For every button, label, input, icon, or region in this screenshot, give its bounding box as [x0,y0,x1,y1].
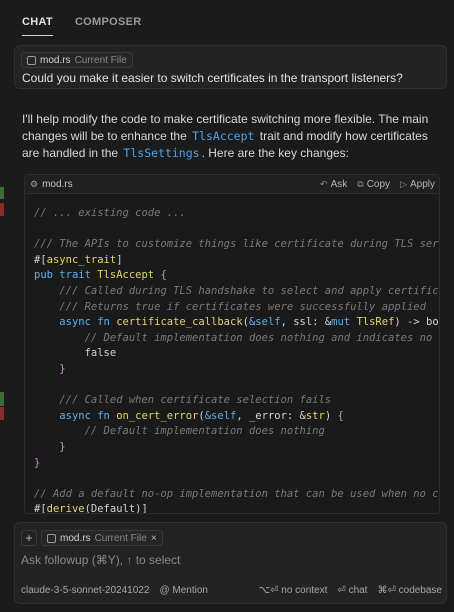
code-line: async fn certificate_callback(&self, ssl… [59,316,439,329]
composer: + mod.rs Current File × claude-3-5-sonne… [14,522,447,604]
composer-bottom-bar: claude-3-5-sonnet-20241022 @ Mention ⌥⏎ … [21,585,442,596]
code-line: } [59,440,66,453]
copy-icon: ⧉ [357,178,364,189]
diff-added-mark [0,187,4,199]
chat-button[interactable]: ⏎ chat [337,585,367,596]
code-line: pub trait TlsAccept { [34,269,167,282]
apply-label: Apply [409,178,435,190]
add-context-button[interactable]: + [21,530,37,546]
apply-button[interactable]: ▷ Apply [400,179,435,190]
reply-text: . Here are the key changes: [201,146,350,160]
chip-file-sub: Current File [74,54,127,66]
editor-gutter-diff-marks [0,0,8,612]
chip-file-sub: Current File [94,532,147,544]
ask-label: Ask [330,178,348,190]
diff-removed-mark [0,203,4,216]
code-block: ⚙ mod.rs ↶ Ask ⧉ Copy ▷ Apply // ... existi… [24,174,440,514]
code-line: false [34,347,117,360]
context-file-chip[interactable]: mod.rs Current File [21,52,133,68]
code-line: /// The APIs to customize things like ce… [34,238,439,251]
code-line: #[async_trait] [34,253,123,266]
assistant-reply: I'll help modify the code to make certif… [22,111,432,162]
diff-removed-mark [0,407,4,420]
codebase-button[interactable]: ⌘⏎ codebase [377,585,442,596]
inline-code-tlsaccept: TlsAccept [192,129,255,143]
tab-chat[interactable]: CHAT [22,10,53,36]
context-file-chip[interactable]: mod.rs Current File × [41,530,163,546]
code-line: // Add a default no-op implementation th… [34,487,439,500]
play-icon: ▷ [400,178,407,189]
ask-button[interactable]: ↶ Ask [320,179,347,190]
code-line: /// Called when certificate selection fa… [59,394,332,407]
code-line: #[derive(Default)] [34,503,148,514]
mention-button[interactable]: @ Mention [159,585,208,596]
code-file-label: ⚙ mod.rs [30,179,73,190]
file-icon [47,533,56,543]
chip-file-name: mod.rs [60,532,91,544]
inline-code-tlssettings: TlsSettings [123,146,200,160]
copy-label: Copy [366,178,391,190]
code-line: } [34,456,41,469]
code-file-name: mod.rs [42,178,73,190]
undo-arrow-icon: ↶ [320,178,328,189]
followup-input[interactable] [21,551,441,569]
tab-composer[interactable]: COMPOSER [75,10,142,36]
model-selector[interactable]: claude-3-5-sonnet-20241022 [21,585,149,596]
code-line: /// Returns true if certificates were su… [59,300,426,313]
user-message[interactable]: mod.rs Current File Could you make it ea… [14,45,447,89]
code-actions: ↶ Ask ⧉ Copy ▷ Apply [320,179,435,190]
code-block-header: ⚙ mod.rs ↶ Ask ⧉ Copy ▷ Apply [25,175,439,194]
user-message-text: Could you make it easier to switch certi… [22,71,403,85]
code-line: } [59,362,66,375]
chip-file-name: mod.rs [40,54,71,66]
code-line: // Default implementation does nothing a… [84,331,433,344]
panel-tabs: CHAT COMPOSER [22,10,142,36]
file-icon [27,55,36,65]
copy-button[interactable]: ⧉ Copy [357,179,390,190]
code-line: /// Called during TLS handshake to selec… [59,284,439,297]
gear-icon: ⚙ [30,178,39,189]
code-line: // Default implementation does nothing [84,425,325,438]
close-icon[interactable]: × [151,533,157,544]
code-line: async fn on_cert_error(&self, _error: &s… [59,409,344,422]
no-context-button[interactable]: ⌥⏎ no context [259,585,328,596]
code-line: // ... existing code ... [34,207,186,219]
diff-added-mark [0,392,4,406]
code-content[interactable]: // ... existing code ... /// The APIs to… [25,194,439,514]
